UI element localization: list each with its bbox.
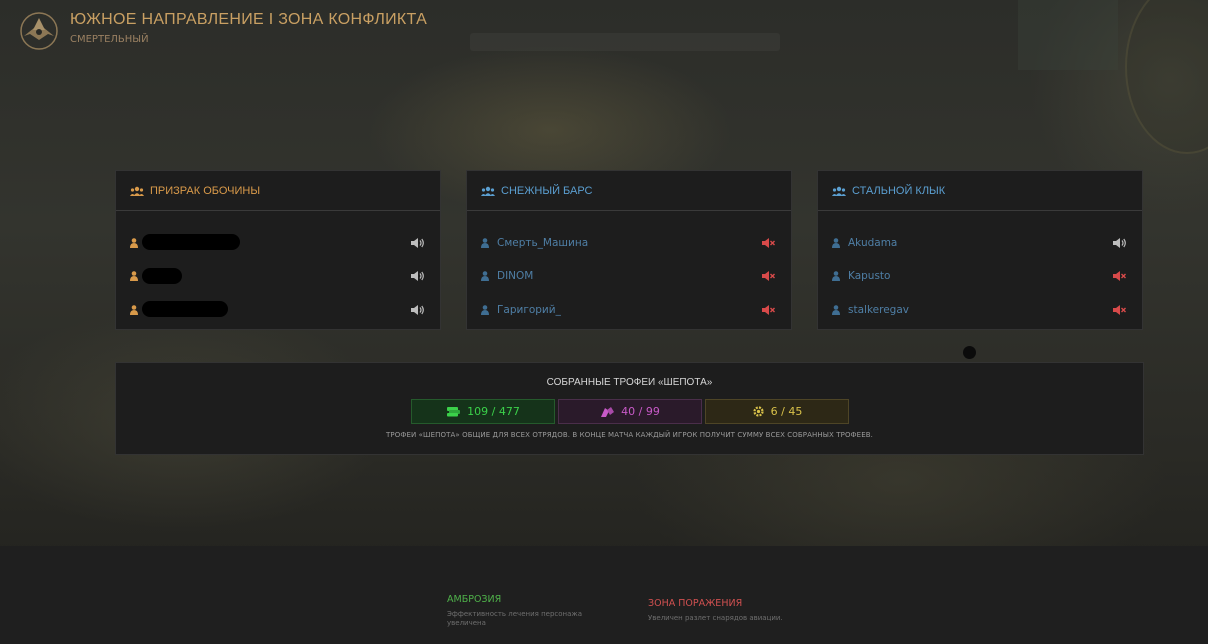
squad-icon [832, 186, 846, 196]
effect-name: АМБРОЗИЯ [447, 594, 502, 605]
redacted-name-mark [142, 301, 228, 317]
trophy-counter-gear: 6 / 45 [705, 399, 849, 424]
squad-header: СНЕЖНЫЙ БАРС [467, 171, 791, 211]
effect-description-line: увеличена [447, 619, 486, 627]
player-icon [130, 271, 138, 282]
mode-difficulty: СМЕРТЕЛЬНЫЙ [70, 34, 149, 45]
player-row[interactable] [116, 226, 440, 260]
player-icon [832, 237, 840, 248]
player-row[interactable]: stalkeregav [818, 293, 1142, 327]
speaker-muted-icon[interactable] [761, 237, 775, 249]
squad-name: СТАЛЬНОЙ КЛЫК [852, 184, 946, 197]
redacted-name-mark [142, 234, 240, 250]
trophy-value: 109 / 477 [467, 405, 520, 418]
player-row[interactable]: Смерть_Машина [467, 226, 791, 260]
player-name: stalkeregav [848, 303, 909, 316]
player-icon [481, 304, 489, 315]
speaker-muted-icon[interactable] [1112, 304, 1126, 316]
speaker-icon[interactable] [410, 270, 424, 282]
player-row[interactable]: DINOM [467, 260, 791, 294]
squad-name: СНЕЖНЫЙ БАРС [501, 184, 593, 197]
cursor-dot [963, 346, 976, 359]
trophies-title: СОБРАННЫЕ ТРОФЕИ «ШЕПОТА» [546, 377, 713, 388]
squad-panel-1: ПРИЗРАК ОБОЧИНЫ [115, 170, 441, 330]
squad-panel-2: СНЕЖНЫЙ БАРС Смерть_Машина DINOM Гаригор… [466, 170, 792, 330]
player-name: Kapusto [848, 270, 891, 283]
player-icon [130, 237, 138, 248]
effect-name: ЗОНА ПОРАЖЕНИЯ [648, 598, 743, 609]
player-row[interactable]: Kapusto [818, 260, 1142, 294]
effect-ambrosia: АМБРОЗИЯ Эффективность лечения персонажа… [447, 594, 582, 628]
player-row[interactable]: Гаригорий_ [467, 293, 791, 327]
trophy-value: 6 / 45 [770, 405, 803, 418]
effects-band [0, 546, 1208, 644]
trophies-note: ТРОФЕИ «ШЕПОТА» ОБЩИЕ ДЛЯ ВСЕХ ОТРЯДОВ. … [386, 431, 873, 439]
player-name: Akudama [848, 236, 898, 249]
player-row[interactable]: Akudama [818, 226, 1142, 260]
squad-icon [481, 186, 495, 196]
mode-header: ЮЖНОЕ НАПРАВЛЕНИЕ I ЗОНА КОНФЛИКТА СМЕРТ… [18, 10, 427, 52]
parts-icon [601, 406, 615, 417]
effect-description-line: Эффективность лечения персонажа [447, 610, 582, 618]
redacted-name-mark [142, 267, 182, 284]
squad-panel-3: СТАЛЬНОЙ КЛЫК Akudama Kapusto stalkerega… [817, 170, 1143, 330]
hud-minimap [1018, 0, 1118, 70]
speaker-muted-icon[interactable] [761, 270, 775, 282]
player-icon [832, 304, 840, 315]
effect-damage-zone: ЗОНА ПОРАЖЕНИЯ Увеличен разлет снарядов … [648, 598, 783, 623]
mode-title: ЮЖНОЕ НАПРАВЛЕНИЕ I ЗОНА КОНФЛИКТА [70, 11, 428, 28]
player-name: Гаригорий_ [497, 303, 561, 316]
trophy-value: 40 / 99 [621, 405, 660, 418]
mode-emblem-icon [20, 12, 58, 50]
speaker-icon[interactable] [410, 237, 424, 249]
effect-description-line: Увеличен разлет снарядов авиации. [648, 614, 783, 622]
gear-icon [753, 406, 764, 417]
player-icon [832, 271, 840, 282]
hud-top-strip [470, 33, 780, 51]
player-icon [481, 237, 489, 248]
effect-description: Эффективность лечения персонажа увеличен… [447, 610, 582, 628]
trophy-counter-money: 109 / 477 [411, 399, 555, 424]
player-name: Смерть_Машина [497, 236, 589, 249]
player-row[interactable] [116, 293, 440, 327]
squad-header: СТАЛЬНОЙ КЛЫК [818, 171, 1142, 211]
trophies-panel: СОБРАННЫЕ ТРОФЕИ «ШЕПОТА» 109 / 477 40 /… [115, 362, 1144, 455]
player-row[interactable] [116, 260, 440, 294]
squad-icon [130, 186, 144, 196]
speaker-muted-icon[interactable] [761, 304, 775, 316]
trophy-counter-parts: 40 / 99 [558, 399, 702, 424]
speaker-icon[interactable] [410, 304, 424, 316]
player-icon [130, 304, 138, 315]
squad-name: ПРИЗРАК ОБОЧИНЫ [150, 184, 261, 197]
squad-header: ПРИЗРАК ОБОЧИНЫ [116, 171, 440, 211]
effect-description: Увеличен разлет снарядов авиации. [648, 614, 783, 623]
speaker-muted-icon[interactable] [1112, 270, 1126, 282]
speaker-icon[interactable] [1112, 237, 1126, 249]
player-name: DINOM [497, 270, 534, 283]
money-icon [447, 407, 461, 417]
player-icon [481, 271, 489, 282]
